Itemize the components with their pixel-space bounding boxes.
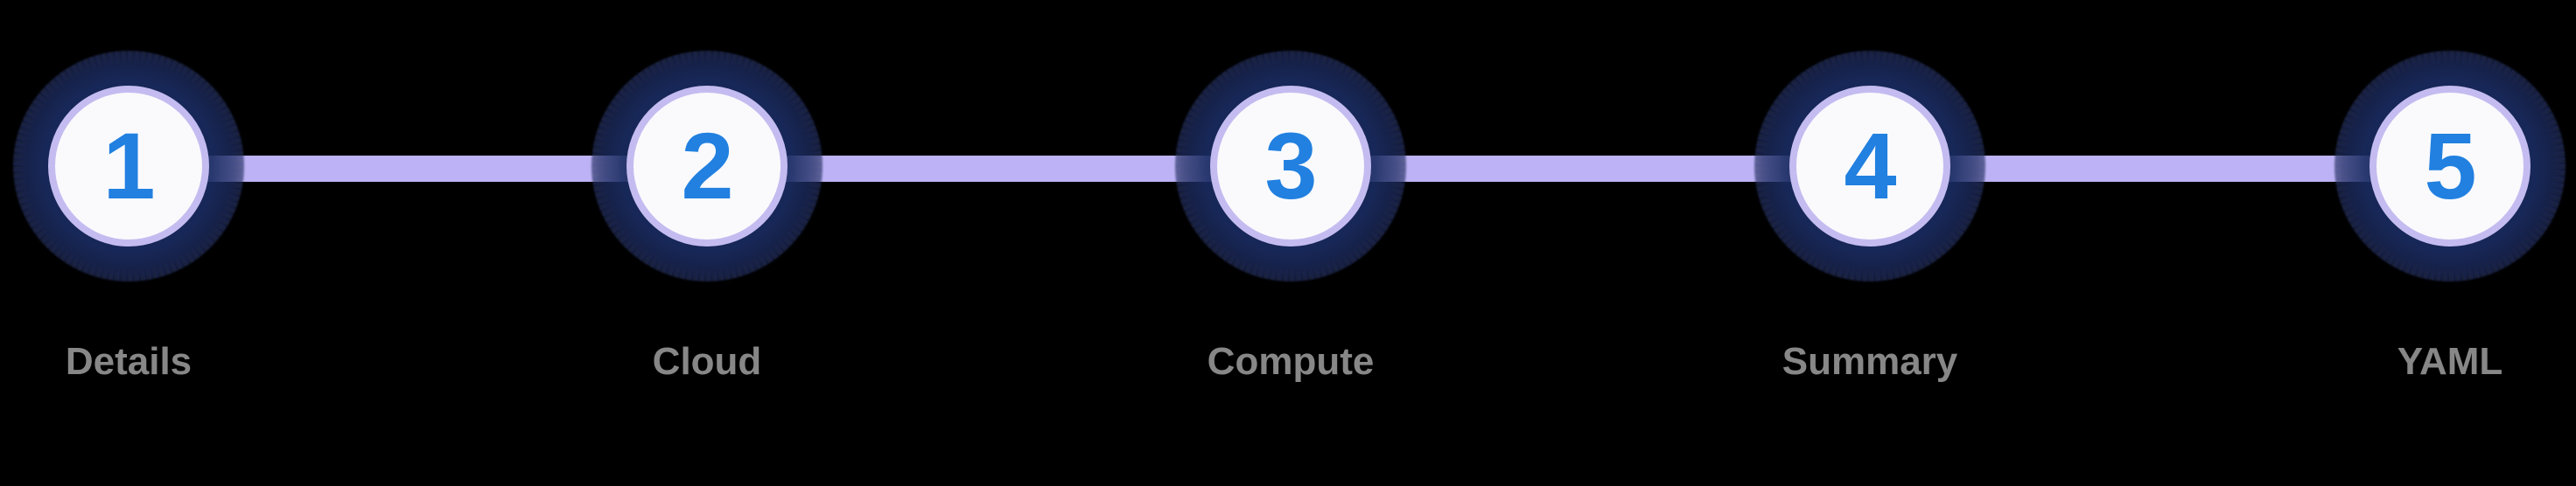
step-number-3: 3 xyxy=(1264,113,1317,219)
step-number-4: 4 xyxy=(1844,113,1896,219)
wizard-stepper: 1 Details 2 Cloud 3 Compute 4 Summary 5 … xyxy=(0,0,2576,486)
step-label-1: Details xyxy=(65,340,192,383)
step-label-4: Summary xyxy=(1782,340,1958,383)
stepper-step-compute[interactable]: 3 Compute xyxy=(1159,0,1422,486)
stepper-step-summary[interactable]: 4 Summary xyxy=(1739,0,2001,486)
step-label-2: Cloud xyxy=(652,340,762,383)
step-disc-1[interactable]: 1 xyxy=(48,86,209,246)
step-disc-2[interactable]: 2 xyxy=(626,86,788,246)
step-number-2: 2 xyxy=(681,113,733,219)
step-label-5: YAML xyxy=(2397,340,2503,383)
step-label-3: Compute xyxy=(1207,340,1375,383)
step-disc-4[interactable]: 4 xyxy=(1789,86,1950,246)
stepper-step-cloud[interactable]: 2 Cloud xyxy=(576,0,838,486)
step-disc-3[interactable]: 3 xyxy=(1210,86,1371,246)
step-number-5: 5 xyxy=(2424,113,2476,219)
stepper-step-yaml[interactable]: 5 YAML xyxy=(2319,0,2576,486)
step-number-1: 1 xyxy=(102,113,155,219)
step-disc-5[interactable]: 5 xyxy=(2370,86,2530,246)
stepper-step-details[interactable]: 1 Details xyxy=(0,0,260,486)
